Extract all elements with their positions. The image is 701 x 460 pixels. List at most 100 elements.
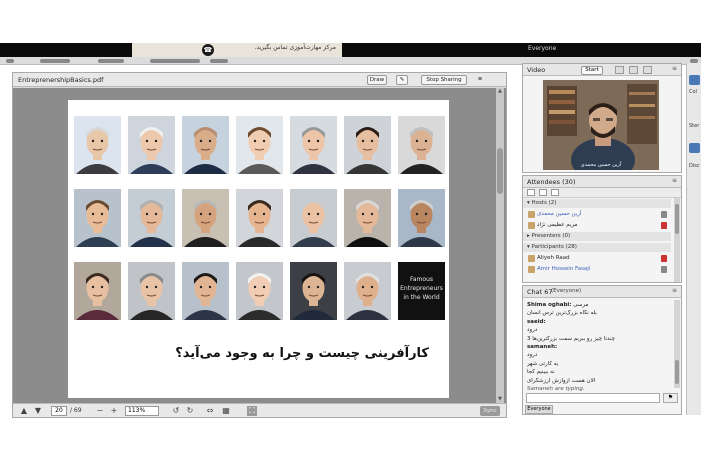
attendee-group[interactable]: ▸ Presenters (0)	[523, 232, 671, 241]
page-number-input[interactable]: 20	[51, 406, 67, 416]
edge-label: Col	[689, 89, 697, 95]
attendees-toolbar	[523, 188, 681, 198]
chat-message: samaneh:	[527, 344, 673, 351]
chat-message: یه کارتی شهر	[527, 361, 673, 368]
layout-grid-icon[interactable]	[615, 66, 624, 74]
famous-entrepreneurs-tile: Famous Entrepreneurs in the World	[398, 262, 445, 320]
tile-text-line: Famous	[409, 276, 434, 283]
microphone-icon[interactable]	[661, 222, 667, 229]
share-pod: EntreprenershipBasics.pdf Draw ✎ Stop Sh…	[12, 72, 507, 418]
layout-single-icon[interactable]	[629, 66, 638, 74]
attendee-row[interactable]: آرین حسین محمدی	[523, 210, 671, 219]
next-page-icon[interactable]: ▼	[33, 406, 43, 416]
send-message-button[interactable]: ⚑	[663, 393, 678, 403]
pointer-button[interactable]: ✎	[396, 75, 408, 85]
attendee-label: Aliyeh Raad	[537, 255, 570, 261]
edge-control-button[interactable]	[689, 143, 700, 153]
share-pod-header: EntreprenershipBasics.pdf Draw ✎ Stop Sh…	[13, 73, 506, 87]
chat-text: درود	[527, 352, 538, 359]
edge-label: Disc	[689, 163, 700, 169]
attendee-row[interactable]: Amir Hossein Fasaji	[523, 265, 671, 274]
attendee-group[interactable]: ▾ Hosts (2)	[523, 199, 671, 208]
chat-sender: Shima oghabi:	[527, 302, 572, 308]
attendee-label: مریم عظیمی نژاد	[537, 222, 578, 228]
microphone-icon[interactable]	[661, 255, 667, 262]
chat-message: Shima oghabi: مرسی	[527, 302, 673, 309]
attendee-label: Amir Hossein Fasaji	[537, 266, 591, 272]
entrepreneur-photo	[182, 189, 229, 247]
microphone-icon[interactable]	[661, 266, 667, 273]
rotate-left-icon[interactable]: ↺	[171, 406, 181, 416]
chat-pod: Chat 67 (Everyone) ≡ Shima oghabi: مرسی ب…	[522, 285, 682, 415]
attendee-row[interactable]: Aliyeh Raad	[523, 254, 671, 263]
entrepreneur-photo	[344, 116, 391, 174]
entrepreneur-photo	[128, 189, 175, 247]
attendee-row[interactable]: مریم عظیمی نژاد	[523, 221, 671, 230]
attendees-title: Attendees	[527, 178, 561, 186]
chat-message: درود	[527, 352, 673, 359]
zoom-out-icon[interactable]: −	[95, 406, 105, 416]
edge-label: Ster	[689, 123, 700, 129]
prev-page-icon[interactable]: ▲	[19, 406, 29, 416]
chat-text: چندتا چیز رو ببریم سمت بزرگترین‌ها 3	[527, 335, 615, 342]
pod-menu-icon[interactable]: ≡	[475, 75, 485, 85]
chat-input[interactable]	[526, 393, 660, 403]
entrepreneur-photo	[74, 262, 121, 320]
vertical-scrollbar[interactable]: ▲ ▼	[496, 88, 504, 404]
view-list-icon[interactable]	[527, 189, 535, 196]
entrepreneur-photo	[290, 189, 337, 247]
scroll-up-icon[interactable]: ▲	[496, 88, 504, 96]
chat-title-wrap: Chat 67	[527, 288, 553, 296]
toolbar-item[interactable]	[150, 59, 200, 63]
chat-message: saeid:	[527, 319, 673, 326]
chat-scrollbar[interactable]	[674, 300, 680, 388]
slide-heading: کارآفرینی چیست و چرا به وجود می‌آید؟	[175, 346, 429, 361]
scroll-thumb[interactable]	[675, 204, 679, 234]
start-video-button[interactable]: Start	[581, 66, 603, 75]
edge-control-button[interactable]	[689, 75, 700, 85]
entrepreneur-photo	[236, 189, 283, 247]
sync-button[interactable]: Sync	[480, 406, 500, 416]
toolbar-item[interactable]	[210, 59, 228, 63]
scroll-thumb[interactable]	[497, 148, 503, 194]
microphone-icon[interactable]	[661, 211, 667, 218]
zoom-select[interactable]: 113%	[125, 406, 159, 416]
toolbar-item[interactable]	[98, 59, 124, 63]
chat-tab-everyone[interactable]: Everyone	[525, 405, 553, 414]
entrepreneur-photo	[398, 189, 445, 247]
view-grid-icon[interactable]	[539, 189, 547, 196]
tile-text-line: Entrepreneurs	[400, 285, 443, 292]
chat-pod-header: Chat 67 (Everyone) ≡	[523, 286, 681, 298]
fit-width-icon[interactable]: ⇔	[205, 406, 215, 416]
scroll-thumb[interactable]	[675, 360, 679, 384]
banner-advert[interactable]: ☎ مرکز مهارت‌آموزی تماس بگیرید.	[132, 43, 342, 57]
video-pod-header: Video Start ≡	[523, 64, 681, 76]
user-icon	[528, 211, 535, 218]
user-icon	[528, 266, 535, 273]
chat-text: درود	[527, 327, 538, 334]
toolbar-item[interactable]	[40, 59, 70, 63]
zoom-in-icon[interactable]: +	[109, 406, 119, 416]
fit-page-icon[interactable]: ▦	[221, 406, 231, 416]
fullscreen-icon[interactable]: ⛶	[247, 406, 257, 416]
rotate-right-icon[interactable]: ↻	[185, 406, 195, 416]
entrepreneur-photo	[236, 262, 283, 320]
attendee-group[interactable]: ▾ Participants (28)	[523, 243, 671, 252]
video-pod: Video Start ≡ آرین حسین محمدی	[522, 63, 682, 173]
attendee-label: ▸ Presenters (0)	[527, 233, 571, 239]
draw-button[interactable]: Draw	[367, 75, 387, 85]
attendees-menu-icon[interactable]: ≡	[672, 177, 677, 184]
toolbar-icon[interactable]	[6, 59, 14, 63]
chat-menu-icon[interactable]: ≡	[672, 287, 677, 294]
entrepreneur-photo	[74, 189, 121, 247]
entrepreneur-photo	[236, 116, 283, 174]
stop-sharing-button[interactable]: Stop Sharing	[421, 75, 467, 85]
video-menu-icon[interactable]: ≡	[672, 65, 677, 72]
layout-strip-icon[interactable]	[643, 66, 652, 74]
chat-title: Chat	[527, 288, 543, 296]
top-banner: ☎ مرکز مهارت‌آموزی تماس بگیرید. Everyone	[0, 43, 701, 57]
attendees-scrollbar[interactable]	[674, 198, 680, 282]
attendee-tools-icon[interactable]	[551, 189, 559, 196]
chat-audience: (Everyone)	[551, 288, 582, 294]
tile-text-line: in the World	[403, 294, 440, 301]
